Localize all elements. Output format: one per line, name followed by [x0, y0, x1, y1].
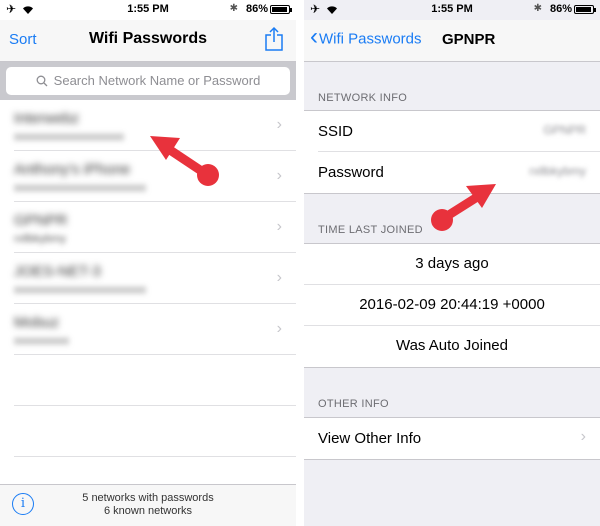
network-row[interactable]: Anthony's iPhone xxxxxxxxxxxxxxxxxxxxxxx…: [14, 151, 296, 202]
chevron-right-icon: ›: [276, 116, 282, 133]
known-count: 6 known networks: [103, 505, 193, 517]
divider: [296, 0, 304, 526]
ssid-value: GPNPR: [543, 123, 586, 137]
network-row[interactable]: Interwebz xxxxxxxxxxxxxxxxxxxx ›: [14, 100, 296, 151]
time-absolute: 2016-02-09 20:44:19 +0000: [304, 285, 600, 326]
ssid-row[interactable]: SSID GPNPR: [318, 111, 600, 152]
password-row[interactable]: Password rxllbkybmy: [318, 152, 600, 193]
battery-percent: 86%: [245, 3, 268, 15]
network-row[interactable]: Mobuz xxxxxxxxxx ›: [14, 304, 296, 355]
empty-row: [14, 355, 296, 406]
bluetooth-icon: ✱: [229, 3, 238, 14]
auto-joined-status: Was Auto Joined: [395, 337, 508, 354]
status-bar: ✈ 1:55 PM ✱ 86%: [0, 0, 296, 20]
empty-row: [14, 406, 296, 457]
bottom-toolbar: i 5 networks with passwords 6 known netw…: [0, 484, 296, 526]
chevron-left-icon: ‹: [310, 23, 318, 50]
search-bar: Search Network Name or Password: [0, 62, 296, 100]
password-label: Password: [318, 164, 384, 181]
network-password: xxxxxxxxxxxxxxxxxxxxxxxx: [14, 182, 146, 194]
ssid-label: SSID: [318, 123, 354, 140]
nav-bar: Sort Wifi Passwords: [0, 20, 296, 62]
network-row[interactable]: JOES-NET-3 xxxxxxxxxxxxxxxxxxxxxxxx ›: [14, 253, 296, 304]
search-placeholder: Search Network Name or Password: [53, 73, 261, 88]
network-detail-screen: ✈ 1:55 PM ✱ 86% ‹Wifi Passwords GPNPR NE…: [304, 0, 600, 526]
page-title: GPNPR: [442, 31, 496, 48]
view-other-info-label: View Other Info: [318, 430, 422, 447]
chevron-right-icon: ›: [276, 269, 282, 286]
battery-icon: [270, 5, 292, 14]
network-password: xxxxxxxxxxxxxxxxxxxx: [14, 131, 124, 143]
section-header-time-last-joined: TIME LAST JOINED: [318, 224, 423, 236]
network-row[interactable]: GPNPR rxllbkybmy ›: [14, 202, 296, 253]
nav-bar: ‹Wifi Passwords GPNPR: [304, 20, 600, 62]
chevron-right-icon: ›: [580, 428, 586, 445]
chevron-right-icon: ›: [276, 218, 282, 235]
network-name: GPNPR: [14, 212, 68, 229]
network-name: Mobuz: [14, 314, 60, 331]
other-info-group: View Other Info ›: [304, 417, 600, 460]
password-value: rxllbkybmy: [529, 164, 586, 178]
network-password: xxxxxxxxxx: [14, 335, 69, 347]
view-other-info-row[interactable]: View Other Info ›: [318, 418, 600, 459]
search-input[interactable]: Search Network Name or Password: [6, 67, 290, 95]
bluetooth-icon: ✱: [533, 3, 542, 14]
back-label: Wifi Passwords: [319, 30, 422, 48]
section-header-network-info: NETWORK INFO: [318, 92, 408, 104]
network-counts: 5 networks with passwords 6 known networ…: [0, 492, 296, 518]
search-icon: [36, 75, 48, 87]
network-name: Interwebz: [14, 110, 80, 127]
time-last-joined-group: 3 days ago 2016-02-09 20:44:19 +0000 Was…: [304, 243, 600, 368]
passwords-count: 5 networks with passwords: [82, 492, 214, 504]
section-header-other-info: OTHER INFO: [318, 398, 389, 410]
chevron-right-icon: ›: [276, 167, 282, 184]
status-bar: ✈ 1:55 PM ✱ 86%: [304, 0, 600, 20]
time-relative: 3 days ago: [304, 244, 600, 285]
network-password: rxllbkybmy: [14, 233, 66, 245]
battery-icon: [574, 5, 596, 14]
page-title: Wifi Passwords: [88, 30, 208, 47]
network-password: xxxxxxxxxxxxxxxxxxxxxxxx: [14, 284, 146, 296]
network-list: Interwebz xxxxxxxxxxxxxxxxxxxx › Anthony…: [0, 100, 296, 457]
network-name: JOES-NET-3: [14, 263, 101, 280]
battery-percent: 86%: [549, 3, 572, 15]
chevron-right-icon: ›: [276, 320, 282, 337]
network-name: Anthony's iPhone: [14, 161, 131, 178]
back-button[interactable]: ‹Wifi Passwords: [310, 23, 422, 51]
network-info-group: SSID GPNPR Password rxllbkybmy: [304, 110, 600, 194]
network-list-screen: ✈ 1:55 PM ✱ 86% Sort Wifi Passwords Sear…: [0, 0, 296, 526]
share-icon[interactable]: [263, 26, 285, 52]
